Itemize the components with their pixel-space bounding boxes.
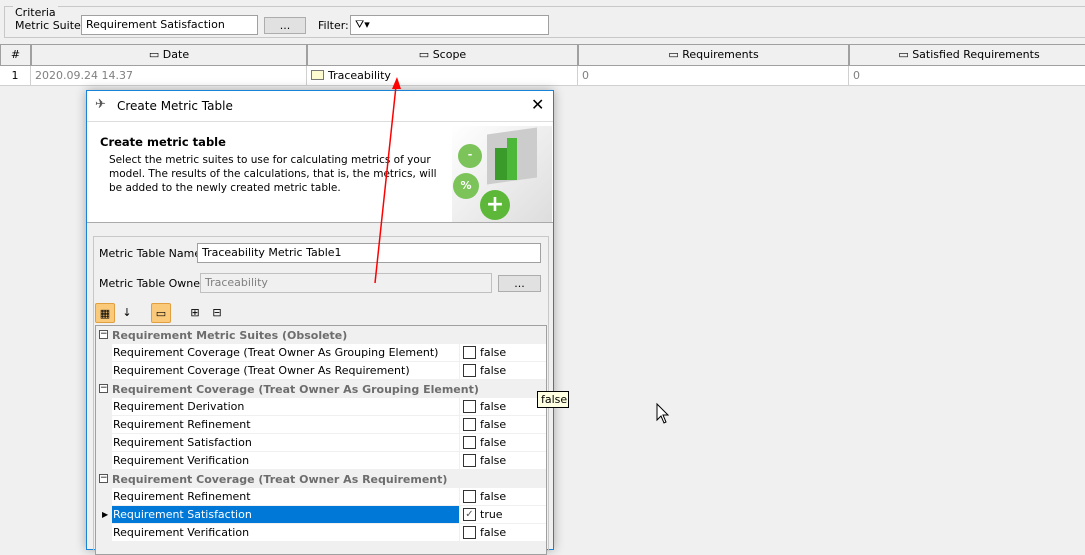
annotation-arrow — [374, 77, 670, 424]
mouse-cursor-icon — [656, 402, 670, 424]
